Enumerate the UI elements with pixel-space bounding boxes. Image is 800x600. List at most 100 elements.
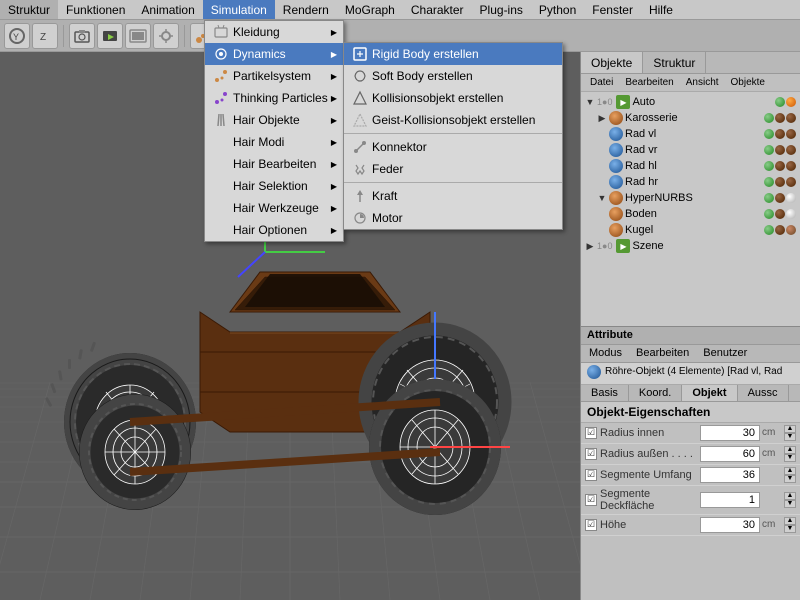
list-item[interactable]: Boden: [581, 206, 800, 222]
tab-objekte[interactable]: Objekte: [581, 52, 643, 73]
menu-kraft[interactable]: Kraft: [344, 185, 562, 207]
ball-dark: [775, 129, 785, 139]
tab-aussc[interactable]: Aussc: [738, 385, 789, 401]
menu-icon: [213, 68, 229, 84]
input-radius-innen[interactable]: [700, 425, 760, 441]
menu-hair-selektion[interactable]: Hair Selektion: [205, 175, 343, 197]
checkbox-hoehe[interactable]: ☑: [585, 519, 597, 531]
ball-green: [764, 177, 774, 187]
menu-hair-objekte[interactable]: Hair Objekte: [205, 109, 343, 131]
input-hoehe[interactable]: [700, 517, 760, 533]
obj-type-icon: ▶: [616, 95, 630, 109]
menu-charakter[interactable]: Charakter: [403, 0, 472, 19]
spinner: ▲ ▼: [784, 446, 796, 462]
btn-render2[interactable]: [125, 23, 151, 49]
menu-feder[interactable]: Feder: [344, 158, 562, 180]
obj-menu-ansicht[interactable]: Ansicht: [681, 76, 724, 89]
spin-up[interactable]: ▲: [784, 425, 796, 433]
obj-menu-objekte[interactable]: Objekte: [726, 76, 770, 89]
list-item[interactable]: Rad vl: [581, 126, 800, 142]
menu-icon: [352, 46, 368, 62]
list-item[interactable]: Rad vr: [581, 142, 800, 158]
tab-koord[interactable]: Koord.: [629, 385, 682, 401]
checkbox-radius-innen[interactable]: ☑: [585, 427, 597, 439]
list-item[interactable]: Rad hr: [581, 174, 800, 190]
spin-down[interactable]: ▼: [784, 475, 796, 483]
spin-down[interactable]: ▼: [784, 454, 796, 462]
menu-simulation[interactable]: Simulation: [203, 0, 275, 19]
objects-header: Objekte Struktur: [581, 52, 800, 74]
list-item[interactable]: ▶ Karosserie: [581, 110, 800, 126]
menu-hilfe[interactable]: Hilfe: [641, 0, 681, 19]
spin-up[interactable]: ▲: [784, 446, 796, 454]
input-seg-deck[interactable]: [700, 492, 760, 508]
menu-python[interactable]: Python: [531, 0, 584, 19]
menu-label: Hair Optionen: [233, 223, 307, 237]
obj-label: Boden: [625, 208, 762, 220]
ball-green: [764, 145, 774, 155]
btn-redo[interactable]: Z: [32, 23, 58, 49]
obj-balls: [764, 225, 796, 235]
menu-thinking-particles[interactable]: Thinking Particles: [205, 87, 343, 109]
spin-up[interactable]: ▲: [784, 467, 796, 475]
menu-kollision[interactable]: Kollisionsobjekt erstellen: [344, 87, 562, 109]
attr-menu-modus[interactable]: Modus: [585, 346, 626, 360]
obj-menu-datei[interactable]: Datei: [585, 76, 618, 89]
menu-hair-optionen[interactable]: Hair Optionen: [205, 219, 343, 241]
checkbox-radius-aussen[interactable]: ☑: [585, 448, 597, 460]
tab-basis[interactable]: Basis: [581, 385, 629, 401]
btn-camera[interactable]: [69, 23, 95, 49]
list-item[interactable]: ▼ 1●0 ▶ Auto: [581, 94, 800, 110]
menu-struktur[interactable]: Struktur: [0, 0, 58, 19]
spin-up[interactable]: ▲: [784, 492, 796, 500]
checkbox-seg-umfang[interactable]: ☑: [585, 469, 597, 481]
ball-green: [764, 193, 774, 203]
list-item[interactable]: ▶ 1●0 ▶ Szene: [581, 238, 800, 254]
input-seg-umfang[interactable]: [700, 467, 760, 483]
menu-kleidung[interactable]: Kleidung: [205, 21, 343, 43]
menu-partikelsystem[interactable]: Partikelsystem: [205, 65, 343, 87]
menu-plugins[interactable]: Plug-ins: [472, 0, 531, 19]
ball-green: [764, 129, 774, 139]
menu-motor[interactable]: Motor: [344, 207, 562, 229]
menu-icon: [352, 210, 368, 226]
menu-funktionen[interactable]: Funktionen: [58, 0, 133, 19]
checkbox-seg-deck[interactable]: ☑: [585, 494, 597, 506]
ball-brown: [786, 225, 796, 235]
menu-fenster[interactable]: Fenster: [584, 0, 641, 19]
spin-down[interactable]: ▼: [784, 525, 796, 533]
tab-struktur[interactable]: Struktur: [643, 52, 706, 73]
menu-geist-kollision[interactable]: Geist-Kollisionsobjekt erstellen: [344, 109, 562, 131]
menu-icon: [352, 139, 368, 155]
input-radius-aussen[interactable]: [700, 446, 760, 462]
menu-dynamics[interactable]: Dynamics: [205, 43, 343, 65]
menu-mograph[interactable]: MoGraph: [337, 0, 403, 19]
dynamics-submenu: Rigid Body erstellen Soft Body erstellen…: [343, 42, 563, 230]
spin-down[interactable]: ▼: [784, 500, 796, 508]
list-item[interactable]: Kugel: [581, 222, 800, 238]
menu-hair-werkzeuge[interactable]: Hair Werkzeuge: [205, 197, 343, 219]
prop-label: ☑ Radius außen . . . .: [585, 448, 700, 460]
list-item[interactable]: Rad hl: [581, 158, 800, 174]
obj-menu-bearbeiten[interactable]: Bearbeiten: [620, 76, 678, 89]
ball-dark2: [786, 113, 796, 123]
ball-green: [764, 209, 774, 219]
tab-objekt[interactable]: Objekt: [682, 385, 737, 401]
obj-label: Rad hl: [625, 160, 762, 172]
list-item[interactable]: ▼ HyperNURBS: [581, 190, 800, 206]
menu-hair-bearbeiten[interactable]: Hair Bearbeiten: [205, 153, 343, 175]
menu-soft-body[interactable]: Soft Body erstellen: [344, 65, 562, 87]
spin-down[interactable]: ▼: [784, 433, 796, 441]
attr-menu-benutzer[interactable]: Benutzer: [699, 346, 751, 360]
spin-up[interactable]: ▲: [784, 517, 796, 525]
attr-menu-bearbeiten[interactable]: Bearbeiten: [632, 346, 693, 360]
menu-animation[interactable]: Animation: [133, 0, 202, 19]
menu-konnektor[interactable]: Konnektor: [344, 136, 562, 158]
btn-render[interactable]: [97, 23, 123, 49]
menu-rigid-body[interactable]: Rigid Body erstellen: [344, 43, 562, 65]
btn-settings[interactable]: [153, 23, 179, 49]
menu-icon: [352, 90, 368, 106]
menu-rendern[interactable]: Rendern: [275, 0, 337, 19]
menu-hair-modi[interactable]: Hair Modi: [205, 131, 343, 153]
btn-undo[interactable]: Y: [4, 23, 30, 49]
